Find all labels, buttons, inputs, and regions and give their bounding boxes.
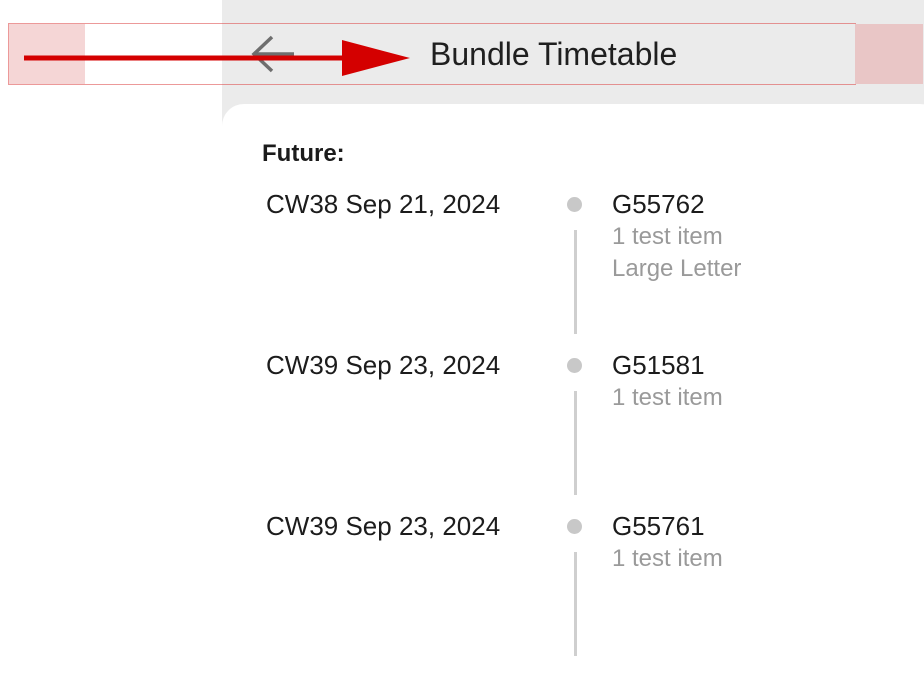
bundle-id: G51581 xyxy=(612,350,705,380)
timeline-connector xyxy=(574,230,577,334)
timeline-entry[interactable]: CW39 Sep 23, 2024 G55761 1 test item xyxy=(0,510,924,660)
timeline-dot xyxy=(567,358,582,373)
bundle-id: G55761 xyxy=(612,511,705,541)
section-title: Future: xyxy=(262,140,345,167)
entry-date: CW39 Sep 23, 2024 xyxy=(266,511,501,541)
bundle-id: G55762 xyxy=(612,189,705,219)
timeline-dot xyxy=(567,519,582,534)
timeline-connector xyxy=(574,391,577,495)
highlight-tint-right xyxy=(855,24,923,84)
timeline-dot xyxy=(567,197,582,212)
item-count: 1 test item xyxy=(612,223,723,250)
timeline-entry[interactable]: CW38 Sep 21, 2024 G55762 1 test item Lar… xyxy=(0,188,924,338)
item-count: 1 test item xyxy=(612,384,723,411)
item-count: 1 test item xyxy=(612,545,723,572)
timeline-entry[interactable]: CW39 Sep 23, 2024 G51581 1 test item xyxy=(0,349,924,499)
page-title: Bundle Timetable xyxy=(430,36,678,72)
timeline-connector xyxy=(574,552,577,656)
entry-date: CW38 Sep 21, 2024 xyxy=(266,189,501,219)
annotation-arrow xyxy=(24,40,410,76)
item-type: Large Letter xyxy=(612,255,742,282)
entry-date: CW39 Sep 23, 2024 xyxy=(266,350,501,380)
